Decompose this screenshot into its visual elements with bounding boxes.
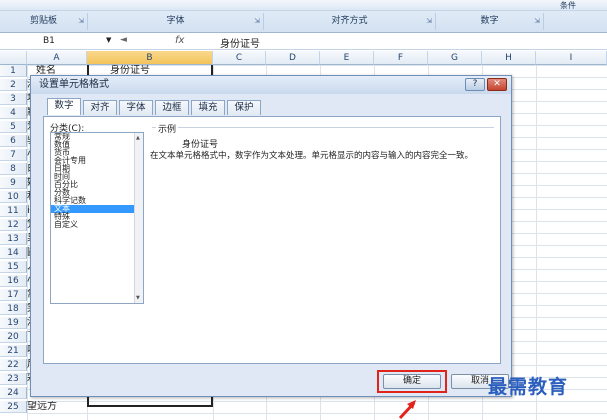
row-header[interactable]: 3 xyxy=(0,93,27,105)
row-header[interactable]: 15 xyxy=(0,261,27,273)
insert-function-icon[interactable]: fx xyxy=(175,35,184,46)
row-header[interactable]: 17 xyxy=(0,289,27,301)
column-header[interactable]: C xyxy=(213,51,266,65)
row-header[interactable]: 21 xyxy=(0,345,27,357)
row-header[interactable]: 7 xyxy=(0,149,27,161)
column-header[interactable]: A xyxy=(27,51,87,65)
column-header[interactable]: G xyxy=(428,51,482,65)
number-group: 数字 ⇲ xyxy=(436,13,544,30)
alignment-group: 对齐方式 ⇲ xyxy=(264,13,436,30)
ok-button[interactable]: 确定 xyxy=(383,374,441,389)
dialog-title: 设置单元格格式 xyxy=(31,76,511,94)
conditional-format-button[interactable]: 条件 xyxy=(560,0,576,11)
dialog-launcher-icon[interactable]: ⇲ xyxy=(426,17,432,25)
row-header[interactable]: 25 xyxy=(0,401,27,413)
clipboard-group: 剪贴板 ⇲ xyxy=(0,13,88,30)
tab-fill[interactable]: 填充 xyxy=(191,100,225,115)
scroll-down-icon[interactable]: ▼ xyxy=(136,295,140,301)
row-header[interactable]: 13 xyxy=(0,233,27,245)
row-header[interactable]: 14 xyxy=(0,247,27,259)
row-header[interactable]: 1 xyxy=(0,65,27,77)
row-header[interactable]: 11 xyxy=(0,205,27,217)
category-list[interactable]: 常规 数值 货币 会计专用 日期 时间 百分比 分数 科学记数 文本 特殊 自定义 ▲ ▼ xyxy=(50,132,144,304)
row-header[interactable]: 10 xyxy=(0,191,27,203)
category-scrollbar[interactable]: ▲ ▼ xyxy=(134,133,143,303)
row-header[interactable]: 2 xyxy=(0,79,27,91)
cell-a24[interactable]: 望远方 xyxy=(27,401,57,413)
watermark: 最需教育 xyxy=(488,376,569,398)
clipboard-group-label: 剪贴板 xyxy=(29,16,57,26)
row-header[interactable]: 19 xyxy=(0,317,27,329)
row-header[interactable]: 16 xyxy=(0,275,27,287)
category-item[interactable]: 自定义 xyxy=(51,221,143,229)
ribbon: 剪贴板 ⇲ 字体 ⇲ 对齐方式 ⇲ 数字 ⇲ 条件 xyxy=(0,0,607,33)
font-group-label: 字体 xyxy=(166,16,185,26)
number-tab-panel: 分类(C): 常规 数值 货币 会计专用 日期 时间 百分比 分数 科学记数 文本 特殊 自定义 ▲ … xyxy=(43,116,501,364)
dialog-launcher-icon[interactable]: ⇲ xyxy=(534,17,540,25)
dialog-launcher-icon[interactable]: ⇲ xyxy=(254,17,260,25)
row-header[interactable]: 9 xyxy=(0,177,27,189)
font-group: 字体 ⇲ xyxy=(88,13,264,30)
help-button[interactable]: ? xyxy=(465,78,485,91)
tab-number[interactable]: 数字 xyxy=(47,98,81,115)
number-group-label: 数字 xyxy=(480,16,499,26)
column-header[interactable]: B xyxy=(87,51,213,65)
select-all-corner[interactable] xyxy=(0,51,27,65)
row-header[interactable]: 20 xyxy=(0,331,27,343)
tab-protection[interactable]: 保护 xyxy=(227,100,261,115)
row-header[interactable]: 6 xyxy=(0,135,27,147)
formula-bar-divider-icon: ◄ xyxy=(120,35,127,45)
format-cells-dialog: 设置单元格格式 ? ✕ 数字 对齐 字体 边框 填充 保护 分类(C): 常规数… xyxy=(30,75,512,397)
column-header[interactable]: I xyxy=(536,51,607,65)
tab-font[interactable]: 字体 xyxy=(119,100,153,115)
column-header[interactable]: E xyxy=(320,51,374,65)
column-header[interactable]: F xyxy=(374,51,428,65)
scroll-up-icon[interactable]: ▲ xyxy=(136,135,140,141)
formula-input[interactable]: 身份证号 xyxy=(220,35,260,50)
sample-label: 示例 xyxy=(156,122,179,135)
chevron-down-icon[interactable]: ▼ xyxy=(106,36,111,44)
row-header[interactable]: 23 xyxy=(0,373,27,385)
tab-border[interactable]: 边框 xyxy=(155,100,189,115)
close-button[interactable]: ✕ xyxy=(487,78,507,91)
row-header[interactable]: 24 xyxy=(0,387,27,399)
row-header[interactable]: 4 xyxy=(0,107,27,119)
row-header[interactable]: 22 xyxy=(0,359,27,371)
row-header[interactable]: 12 xyxy=(0,219,27,231)
row-header[interactable]: 8 xyxy=(0,163,27,175)
dialog-launcher-icon[interactable]: ⇲ xyxy=(78,17,84,25)
formula-bar: B1 ▼ ◄ fx 身份证号 xyxy=(0,33,607,50)
row-header[interactable]: 18 xyxy=(0,303,27,315)
format-description: 在文本单元格格式中，数字作为文本处理。单元格显示的内容与输入的内容完全一致。 xyxy=(150,151,474,161)
column-header[interactable]: H xyxy=(482,51,536,65)
column-header[interactable]: D xyxy=(266,51,320,65)
alignment-group-label: 对齐方式 xyxy=(331,16,368,26)
pointer-arrow-icon xyxy=(398,400,416,420)
name-box[interactable]: B1 xyxy=(3,35,103,48)
ribbon-controls-strip xyxy=(0,0,607,11)
tab-alignment[interactable]: 对齐 xyxy=(83,100,117,115)
row-header[interactable]: 5 xyxy=(0,121,27,133)
